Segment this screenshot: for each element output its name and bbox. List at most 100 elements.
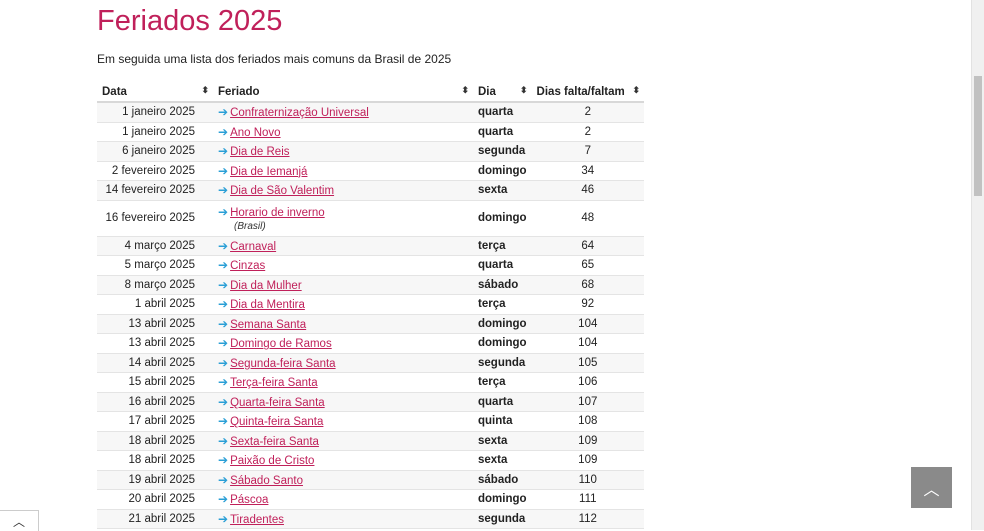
table-row: 14 fevereiro 2025 ➔ Dia de São Valentim sex…: [97, 180, 644, 201]
holiday-cell: ➔ Sexta-feira Santa: [213, 431, 473, 451]
sort-icon[interactable]: ⬍: [520, 85, 528, 96]
holiday-link[interactable]: Domingo de Ramos: [230, 338, 332, 350]
holiday-link[interactable]: Sexta-feira Santa: [230, 436, 319, 448]
page-title: Feriados 2025: [97, 5, 283, 37]
holiday-link[interactable]: Dia da Mulher: [230, 280, 302, 292]
weekday: sexta: [473, 450, 532, 471]
weekday: segunda: [473, 141, 532, 162]
holiday-link[interactable]: Semana Santa: [230, 319, 306, 331]
page-scrollbar[interactable]: [971, 0, 984, 530]
holiday-cell: ➔ Confraternização Universal: [213, 102, 473, 123]
arrow-right-icon: ➔: [218, 355, 229, 370]
table-row: 20 abril 2025 ➔ Páscoa domingo 111: [97, 489, 644, 510]
holiday-date: 4 março 2025: [97, 236, 213, 256]
column-header-label: Dia: [478, 85, 496, 98]
holiday-link[interactable]: Tiradentes: [230, 514, 284, 526]
arrow-right-icon: ➔: [218, 433, 229, 448]
holiday-cell: ➔ Dia de Iemanjá: [213, 161, 473, 181]
holiday-link[interactable]: Sábado Santo: [230, 475, 303, 487]
column-header-label: Dias falta/faltam: [536, 85, 625, 98]
days-remaining: 7: [531, 141, 644, 162]
arrow-right-icon: ➔: [218, 316, 229, 331]
holiday-date: 20 abril 2025: [97, 489, 213, 510]
holiday-link[interactable]: Páscoa: [230, 494, 268, 506]
days-remaining: 104: [531, 314, 644, 334]
holiday-cell: ➔ Paixão de Cristo: [213, 450, 473, 471]
days-remaining: 112: [531, 509, 644, 529]
holiday-link[interactable]: Paixão de Cristo: [230, 455, 314, 467]
sort-icon[interactable]: ⬍: [461, 85, 469, 96]
holiday-link[interactable]: Dia de Iemanjá: [230, 166, 307, 178]
holiday-link[interactable]: Horario de inverno: [230, 207, 325, 219]
holiday-link[interactable]: Terça-feira Santa: [230, 377, 318, 389]
arrow-right-icon: ➔: [218, 163, 229, 178]
table-row: 4 março 2025 ➔ Carnaval terça 64: [97, 236, 644, 256]
holiday-link[interactable]: Ano Novo: [230, 127, 281, 139]
sort-icon[interactable]: ⬍: [201, 85, 209, 96]
table-row: 5 março 2025 ➔ Cinzas quarta 65: [97, 255, 644, 276]
weekday: sábado: [473, 275, 532, 295]
holiday-date: 13 abril 2025: [97, 314, 213, 334]
column-header-dias-faltam[interactable]: Dias falta/faltam ⬍: [531, 82, 644, 103]
sort-icon[interactable]: ⬍: [632, 85, 640, 96]
days-remaining: 105: [531, 353, 644, 373]
days-remaining: 65: [531, 255, 644, 276]
holiday-link[interactable]: Carnaval: [230, 241, 276, 253]
holiday-date: 6 janeiro 2025: [97, 141, 213, 162]
table-row: 18 abril 2025 ➔ Sexta-feira Santa sexta 109: [97, 431, 644, 451]
holiday-cell: ➔ Segunda-feira Santa: [213, 353, 473, 373]
column-header-label: Feriado: [218, 85, 260, 98]
holiday-date: 1 abril 2025: [97, 294, 213, 315]
column-header-dia[interactable]: Dia ⬍: [473, 82, 532, 103]
holiday-link[interactable]: Confraternização Universal: [230, 107, 369, 119]
holidays-table: Data ⬍ Feriado ⬍ Dia ⬍ Dias falta/faltam ⬍ 1…: [97, 82, 644, 529]
holiday-cell: ➔ Dia de Reis: [213, 141, 473, 162]
days-remaining: 92: [531, 294, 644, 315]
column-header-feriado[interactable]: Feriado ⬍: [213, 82, 473, 103]
bottom-expand-tab[interactable]: ︿: [0, 510, 39, 531]
weekday: sexta: [473, 180, 532, 201]
holiday-cell: ➔ Carnaval: [213, 236, 473, 256]
weekday: quarta: [473, 122, 532, 142]
table-row: 21 abril 2025 ➔ Tiradentes segunda 112: [97, 509, 644, 529]
days-remaining: 64: [531, 236, 644, 256]
table-row: 16 fevereiro 2025 ➔ Horario de inverno (Bra…: [97, 200, 644, 237]
weekday: domingo: [473, 333, 532, 354]
weekday: sexta: [473, 431, 532, 451]
weekday: domingo: [473, 161, 532, 181]
arrow-right-icon: ➔: [218, 511, 229, 526]
holiday-date: 18 abril 2025: [97, 450, 213, 471]
table-row: 13 abril 2025 ➔ Semana Santa domingo 104: [97, 314, 644, 334]
holiday-cell: ➔ Quinta-feira Santa: [213, 411, 473, 432]
table-header-row: Data ⬍ Feriado ⬍ Dia ⬍ Dias falta/faltam ⬍: [97, 82, 644, 103]
column-header-data[interactable]: Data ⬍: [97, 82, 213, 103]
days-remaining: 110: [531, 470, 644, 490]
holiday-link[interactable]: Dia da Mentira: [230, 299, 305, 311]
holiday-date: 13 abril 2025: [97, 333, 213, 354]
weekday: domingo: [473, 200, 532, 237]
holiday-link[interactable]: Dia de Reis: [230, 146, 289, 158]
holiday-link[interactable]: Quinta-feira Santa: [230, 416, 323, 428]
weekday: segunda: [473, 353, 532, 373]
arrow-right-icon: ➔: [218, 394, 229, 409]
holiday-link[interactable]: Dia de São Valentim: [230, 185, 334, 197]
table-row: 18 abril 2025 ➔ Paixão de Cristo sexta 109: [97, 450, 644, 471]
days-remaining: 46: [531, 180, 644, 201]
days-remaining: 109: [531, 450, 644, 471]
holiday-link[interactable]: Quarta-feira Santa: [230, 397, 325, 409]
arrow-right-icon: ➔: [218, 492, 229, 507]
holiday-date: 15 abril 2025: [97, 372, 213, 393]
days-remaining: 108: [531, 411, 644, 432]
holiday-link[interactable]: Segunda-feira Santa: [230, 358, 336, 370]
holiday-date: 21 abril 2025: [97, 509, 213, 529]
arrow-right-icon: ➔: [218, 297, 229, 312]
table-row: 14 abril 2025 ➔ Segunda-feira Santa segunda…: [97, 353, 644, 373]
arrow-right-icon: ➔: [218, 204, 229, 219]
holiday-link[interactable]: Cinzas: [230, 260, 265, 272]
scrollbar-thumb[interactable]: [974, 76, 982, 196]
days-remaining: 48: [531, 200, 644, 237]
holiday-cell: ➔ Horario de inverno (Brasil): [213, 200, 473, 237]
holiday-cell: ➔ Dia da Mulher: [213, 275, 473, 295]
back-to-top-button[interactable]: ︿: [911, 467, 952, 508]
holiday-date: 1 janeiro 2025: [97, 122, 213, 142]
